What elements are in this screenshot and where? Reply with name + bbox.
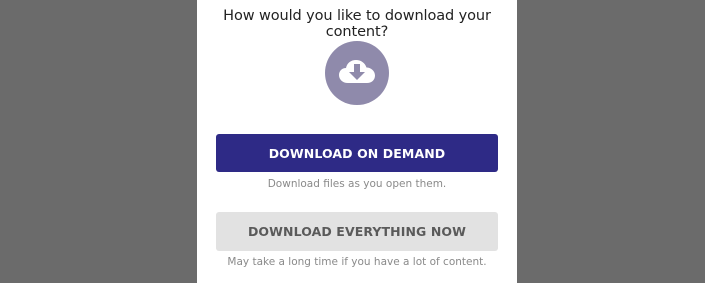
download-options-dialog: How would you like to download your cont… (197, 0, 517, 283)
download-everything-hint: May take a long time if you have a lot o… (227, 256, 487, 268)
download-everything-label: DOWNLOAD EVERYTHING NOW (247, 224, 467, 239)
download-on-demand-label: DOWNLOAD ON DEMAND (268, 145, 446, 161)
dialog-title: How would you like to download your cont… (223, 8, 491, 40)
cloud-download-icon (325, 41, 389, 105)
download-everything-button[interactable]: DOWNLOAD EVERYTHING NOW (216, 212, 498, 251)
download-on-demand-button[interactable]: DOWNLOAD ON DEMAND (216, 134, 498, 172)
download-on-demand-hint: Download files as you open them. (267, 178, 447, 190)
